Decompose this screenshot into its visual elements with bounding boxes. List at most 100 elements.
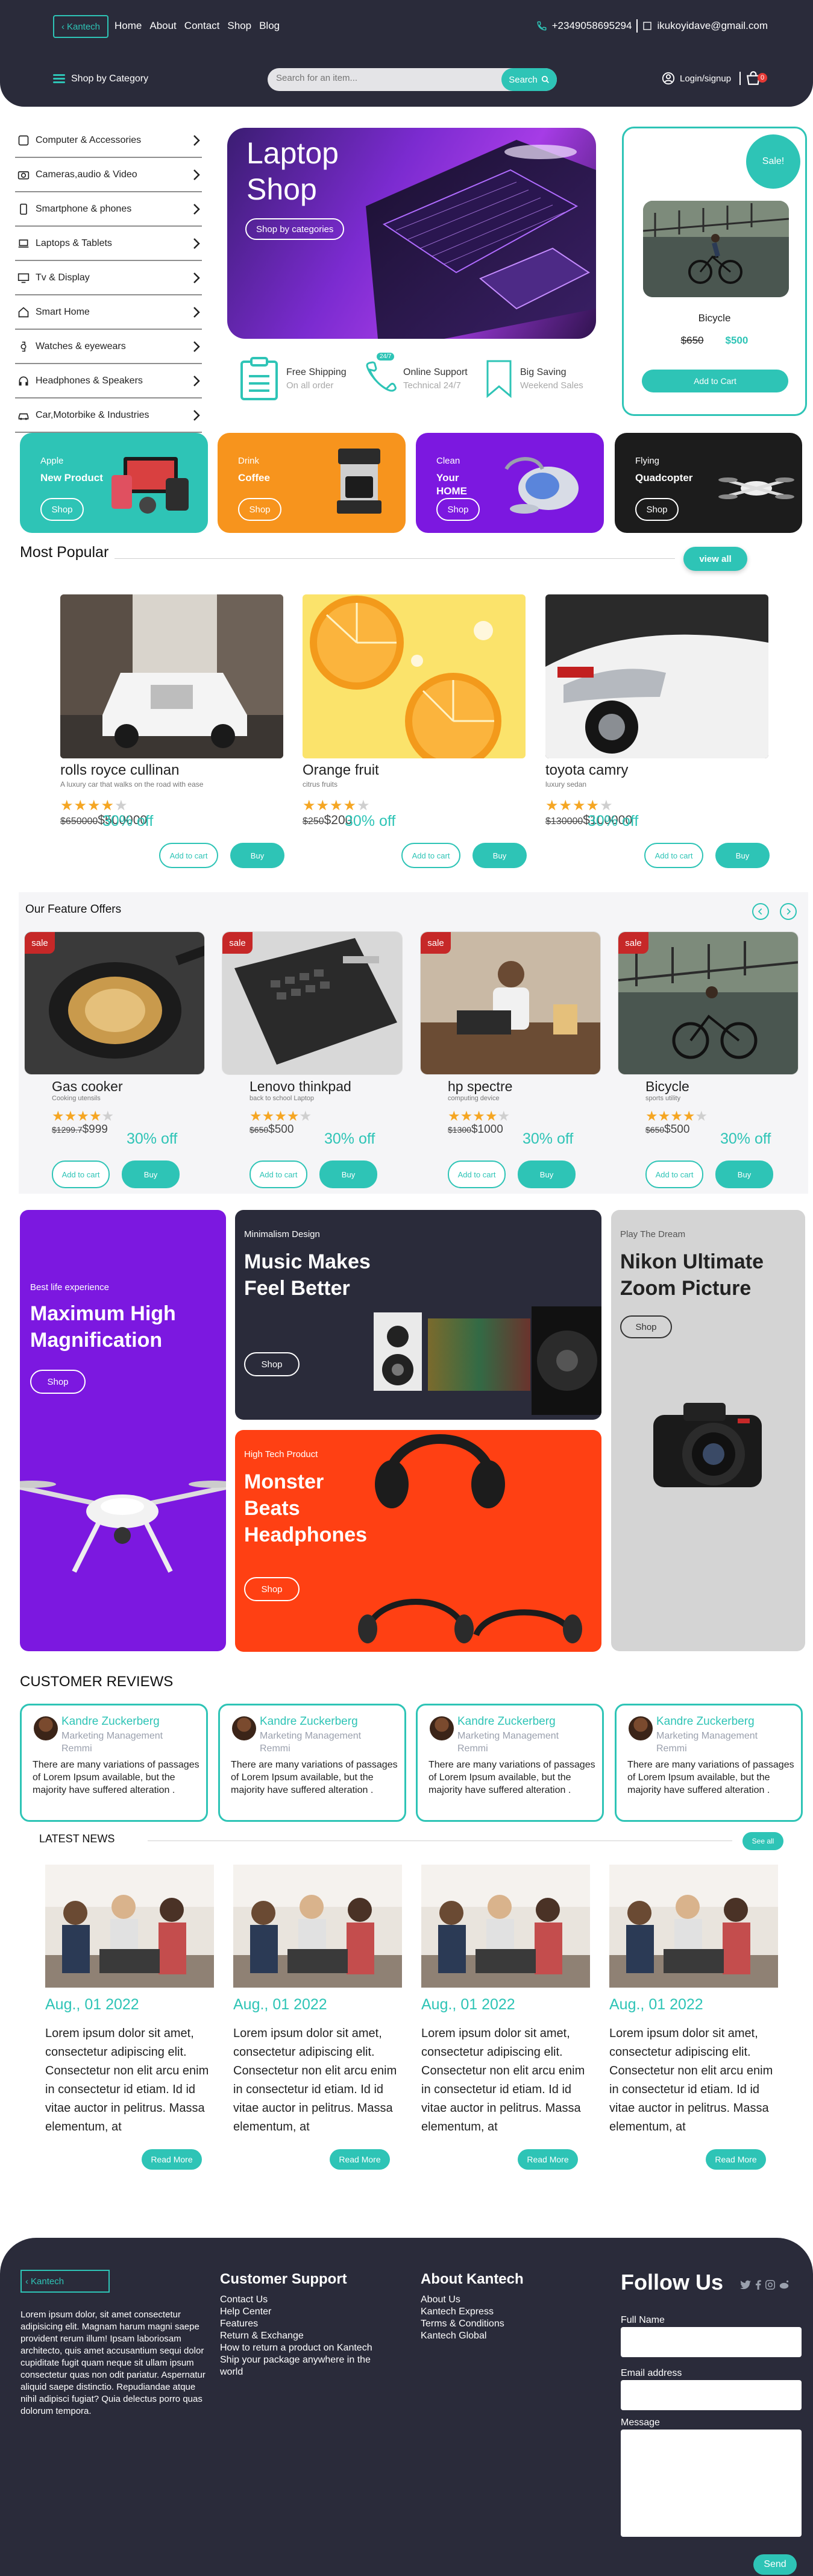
product-name[interactable]: Lenovo thinkpad (250, 1079, 403, 1095)
nav-contact[interactable]: Contact (184, 20, 220, 32)
add-to-cart-button[interactable]: Add to cart (644, 843, 703, 868)
footer-logo[interactable]: ‹ Kantech (20, 2270, 110, 2293)
shop-by-categories-button[interactable]: Shop by categories (245, 218, 345, 240)
email-input[interactable] (621, 2380, 802, 2410)
promo-shop-button[interactable]: Shop (635, 498, 679, 521)
email-address[interactable]: ikukoyidave@gmail.com (657, 20, 768, 32)
search-input[interactable] (276, 73, 481, 83)
cart-button[interactable]: 0 (746, 71, 768, 86)
product-image[interactable]: sale (222, 931, 403, 1075)
add-to-cart-button[interactable]: Add to cart (52, 1160, 110, 1188)
footer-link[interactable]: Contact Us (220, 2294, 395, 2306)
nav-blog[interactable]: Blog (259, 20, 280, 32)
sidebar-category-item[interactable]: Cameras,audio & Video (15, 158, 202, 192)
news-image[interactable] (609, 1865, 778, 1988)
add-to-cart-button[interactable]: Add to cart (250, 1160, 307, 1188)
product-name[interactable]: Bicycle (645, 1079, 799, 1095)
read-more-button[interactable]: Read More (330, 2149, 390, 2170)
footer-link[interactable]: Kantech Global (421, 2330, 524, 2342)
see-all-news-button[interactable]: See all (742, 1832, 783, 1850)
logo[interactable]: ‹ Kantech (53, 15, 108, 38)
footer-link[interactable]: Return & Exchange (220, 2330, 395, 2342)
buy-button[interactable]: Buy (122, 1160, 180, 1188)
sidebar-category-item[interactable]: Laptops & Tablets (15, 227, 202, 261)
facebook-icon[interactable] (755, 2280, 762, 2290)
sidebar-category-item[interactable]: Tv & Display (15, 261, 202, 295)
add-to-cart-button[interactable]: Add to cart (401, 843, 460, 868)
add-to-cart-button[interactable]: Add to cart (645, 1160, 703, 1188)
news-image[interactable] (233, 1865, 402, 1988)
read-more-button[interactable]: Read More (706, 2149, 766, 2170)
phone-number[interactable]: +2349058695294 (552, 20, 632, 32)
sidebar-category-item[interactable]: Headphones & Speakers (15, 364, 202, 398)
nav-home[interactable]: Home (115, 20, 142, 32)
product-name[interactable]: toyota camry (545, 762, 768, 779)
buy-button[interactable]: Buy (230, 843, 284, 868)
product-name[interactable]: Orange fruit (303, 762, 526, 779)
add-to-cart-button[interactable]: Add to Cart (642, 370, 788, 392)
full-name-input[interactable] (621, 2327, 802, 2357)
product-image[interactable] (545, 594, 768, 758)
discount-label: 30% off (102, 813, 154, 830)
login-link[interactable]: Login/signup (680, 74, 731, 84)
footer-link[interactable]: Terms & Conditions (421, 2318, 524, 2330)
footer-link[interactable]: About Us (421, 2294, 524, 2306)
product-image[interactable]: sale (24, 931, 205, 1075)
rating-star-icon: ★ (586, 798, 600, 814)
search-button[interactable]: Search (501, 68, 557, 91)
message-textarea[interactable] (621, 2430, 802, 2537)
buy-button[interactable]: Buy (518, 1160, 576, 1188)
news-image[interactable] (421, 1865, 590, 1988)
product-name[interactable]: rolls royce cullinan (60, 762, 283, 779)
footer-link[interactable]: How to return a product on Kantech (220, 2342, 395, 2354)
footer-link[interactable]: Kantech Express (421, 2306, 524, 2318)
product-image[interactable] (60, 594, 283, 758)
sidebar-category-item[interactable]: Car,Motorbike & Industries (15, 398, 202, 433)
sidebar-category-item[interactable]: Smart Home (15, 295, 202, 330)
footer-link[interactable]: Ship your package anywhere in the world (220, 2354, 395, 2378)
contact-info: +2349058695294 ikukoyidave@gmail.com (536, 19, 768, 33)
twitter-icon[interactable] (740, 2280, 751, 2290)
shop-by-category-label: Shop by Category (71, 73, 149, 84)
promo-shop-button[interactable]: Shop (40, 498, 84, 521)
add-to-cart-button[interactable]: Add to cart (448, 1160, 506, 1188)
add-to-cart-button[interactable]: Add to cart (159, 843, 218, 868)
read-more-button[interactable]: Read More (142, 2149, 202, 2170)
promo-shop-button[interactable]: Shop (244, 1352, 300, 1376)
reddit-icon[interactable] (779, 2280, 789, 2290)
footer-link[interactable]: Features (220, 2318, 395, 2330)
view-all-button[interactable]: view all (683, 547, 747, 571)
buy-button[interactable]: Buy (319, 1160, 377, 1188)
promo-shop-button[interactable]: Shop (238, 498, 281, 521)
read-more-button[interactable]: Read More (518, 2149, 578, 2170)
instagram-icon[interactable] (765, 2280, 775, 2290)
carousel-next-button[interactable] (780, 903, 797, 920)
sidebar-category-item[interactable]: Computer & Accessories (15, 124, 202, 158)
footer-link[interactable]: Help Center (220, 2306, 395, 2318)
buy-button[interactable]: Buy (715, 1160, 773, 1188)
product-name[interactable]: Gas cooker (52, 1079, 205, 1095)
nav-shop[interactable]: Shop (227, 20, 251, 32)
sidebar-category-item[interactable]: Smartphone & phones (15, 192, 202, 227)
tv-icon (16, 271, 31, 285)
buy-button[interactable]: Buy (472, 843, 527, 868)
product-image[interactable]: sale (420, 931, 601, 1075)
shop-by-category-button[interactable]: Shop by Category (53, 72, 148, 85)
feature-offer-card: sale Bicycle sports utility ★★★★★ $650$500 30… (618, 931, 799, 1188)
promo-shop-button[interactable]: Shop (30, 1370, 86, 1394)
product-image[interactable]: sale (618, 931, 799, 1075)
product-image[interactable] (303, 594, 526, 758)
promo-shop-button[interactable]: Shop (244, 1577, 300, 1601)
buy-button[interactable]: Buy (715, 843, 770, 868)
news-image[interactable] (45, 1865, 214, 1988)
product-name[interactable]: hp spectre (448, 1079, 601, 1095)
send-button[interactable]: Send (753, 2554, 797, 2575)
popular-product-card: toyota camry luxury sedan ★★★★★ $130000$100… (545, 594, 770, 868)
news-date: Aug., 01 2022 (233, 1996, 327, 2013)
rating-star-icon: ★ (286, 1108, 300, 1124)
sidebar-category-item[interactable]: Watches & eyewears (15, 330, 202, 364)
carousel-prev-button[interactable] (752, 903, 769, 920)
nav-about[interactable]: About (149, 20, 176, 32)
promo-shop-button[interactable]: Shop (436, 498, 480, 521)
promo-shop-button[interactable]: Shop (620, 1315, 672, 1338)
